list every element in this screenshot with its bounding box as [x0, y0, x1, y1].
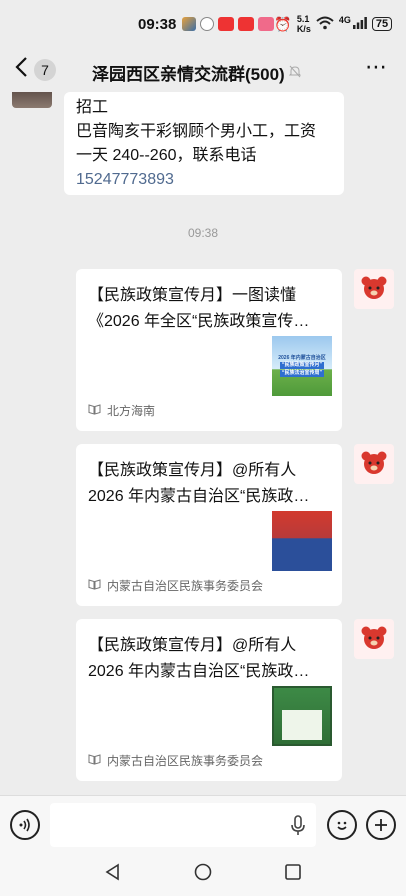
circle-home-icon — [194, 863, 212, 881]
emoji-button[interactable] — [327, 810, 357, 840]
unread-count-badge: 7 — [34, 58, 56, 81]
square-recents-icon — [285, 864, 301, 880]
sender-avatar[interactable] — [354, 444, 394, 484]
news-app-icon-2 — [238, 17, 255, 31]
article-source-name: 内蒙古自治区民族事务委员会 — [107, 579, 264, 593]
phone-number-link[interactable]: 15247773893 — [76, 168, 332, 192]
wifi-icon — [316, 16, 334, 33]
article-source: 内蒙古自治区民族事务委员会 — [88, 752, 263, 769]
article-title: 【民族政策宣传月】@所有人 2026 年内蒙古自治区“民族政… — [88, 633, 330, 685]
plus-icon — [375, 819, 387, 831]
back-button[interactable]: 7 — [14, 56, 56, 83]
news-app-icon — [218, 17, 235, 31]
status-time: 09:38 — [138, 15, 177, 33]
sender-avatar[interactable] — [354, 269, 394, 309]
nav-home-button[interactable] — [194, 863, 212, 886]
article-thumbnail — [272, 511, 332, 571]
add-more-button[interactable] — [366, 810, 396, 840]
article-title-line: 【民族政策宣传月】@所有人 — [88, 637, 297, 654]
net-speed-value: 5.1 — [296, 14, 310, 24]
net-speed: 5.1 K/s — [297, 14, 311, 34]
article-card[interactable]: 【民族政策宣传月】@所有人 2026 年内蒙古自治区“民族政… 内蒙古自治区民族… — [76, 444, 342, 606]
thumbnail-text: “民族政策宣传月” — [279, 362, 324, 369]
mini-program-icon — [88, 753, 101, 768]
chevron-left-icon — [14, 56, 28, 83]
message-input[interactable] — [50, 803, 316, 847]
article-title-line: 【民族政策宣传月】一图读懂 — [88, 287, 297, 304]
article-card[interactable]: 【民族政策宣传月】一图读懂 《2026 年全区“民族政策宣传… 2026 年内蒙… — [76, 269, 342, 431]
input-bar — [0, 795, 406, 853]
thumbnail-document — [282, 710, 322, 740]
chat-title[interactable]: 泽园西区亲情交流群(500) — [92, 60, 301, 85]
mini-program-icon — [88, 578, 101, 593]
chat-header: 7 泽园西区亲情交流群(500) ⋯ — [0, 48, 406, 92]
nav-back-button[interactable] — [104, 863, 122, 886]
message-line: 招工 — [76, 99, 109, 116]
nav-recents-button[interactable] — [284, 863, 302, 886]
status-bar: 09:38 ⏰ 5.1 K/s 4G 75 — [0, 0, 406, 48]
voice-toggle-button[interactable] — [10, 810, 40, 840]
article-thumbnail: 2026 年内蒙古自治区 “民族政策宣传月” “民族法治宣传周” — [272, 336, 332, 396]
article-thumbnail — [272, 686, 332, 746]
article-title: 【民族政策宣传月】@所有人 2026 年内蒙古自治区“民族政… — [88, 458, 330, 510]
thumbnail-text: 2026 年内蒙古自治区 — [278, 355, 326, 361]
signal-icon — [352, 16, 367, 32]
chat-area[interactable]: 招工 巴音陶亥干彩钢顾个男小工，工资 一天 240--260，联系电话 1524… — [0, 92, 406, 795]
article-title-line: 2026 年内蒙古自治区“民族政… — [88, 488, 310, 505]
sender-avatar[interactable] — [354, 619, 394, 659]
article-source: 北方海南 — [88, 402, 155, 419]
mini-program-icon — [88, 403, 101, 418]
photo-app-icon — [182, 17, 197, 31]
article-card[interactable]: 【民族政策宣传月】@所有人 2026 年内蒙古自治区“民族政… 内蒙古自治区民族… — [76, 619, 342, 781]
chat-title-text: 泽园西区亲情交流群(500) — [92, 65, 285, 84]
message-timestamp: 09:38 — [187, 226, 219, 240]
red-bear-avatar-icon — [361, 626, 387, 649]
battery-indicator: 75 — [371, 17, 393, 31]
status-right: ⏰ 5.1 K/s 4G 75 — [274, 14, 393, 34]
sender-avatar[interactable] — [12, 92, 52, 108]
net-speed-unit: K/s — [296, 24, 311, 34]
more-options-button[interactable]: ⋯ — [365, 54, 388, 80]
article-source-name: 内蒙古自治区民族事务委员会 — [107, 754, 264, 768]
alarm-icon: ⏰ — [274, 15, 292, 32]
microphone-icon[interactable] — [290, 815, 306, 842]
article-title-line: 2026 年内蒙古自治区“民族政… — [88, 663, 310, 680]
article-title-line: 【民族政策宣传月】@所有人 — [88, 462, 297, 479]
article-source-name: 北方海南 — [107, 404, 156, 418]
shop-app-icon — [258, 17, 275, 31]
mute-bell-icon — [288, 65, 301, 81]
system-navigation-bar — [0, 853, 406, 896]
emoji-icon — [337, 821, 347, 830]
article-title: 【民族政策宣传月】一图读懂 《2026 年全区“民族政策宣传… — [88, 283, 330, 335]
status-app-icons — [182, 17, 275, 31]
thumbnail-text: “民族法治宣传周” — [279, 370, 324, 377]
voice-icon — [19, 818, 30, 832]
message-line: 一天 240--260，联系电话 — [76, 147, 257, 164]
triangle-back-icon — [105, 863, 119, 881]
network-type: 4G — [338, 15, 351, 25]
message-bubble-text[interactable]: 招工 巴音陶亥干彩钢顾个男小工，工资 一天 240--260，联系电话 1524… — [64, 92, 344, 195]
article-source: 内蒙古自治区民族事务委员会 — [88, 577, 263, 594]
article-title-line: 《2026 年全区“民族政策宣传… — [88, 313, 310, 330]
red-bear-avatar-icon — [361, 451, 387, 474]
red-bear-avatar-icon — [361, 276, 387, 299]
message-line: 巴音陶亥干彩钢顾个男小工，工资 — [76, 123, 317, 140]
chat-app-icon — [200, 17, 215, 31]
